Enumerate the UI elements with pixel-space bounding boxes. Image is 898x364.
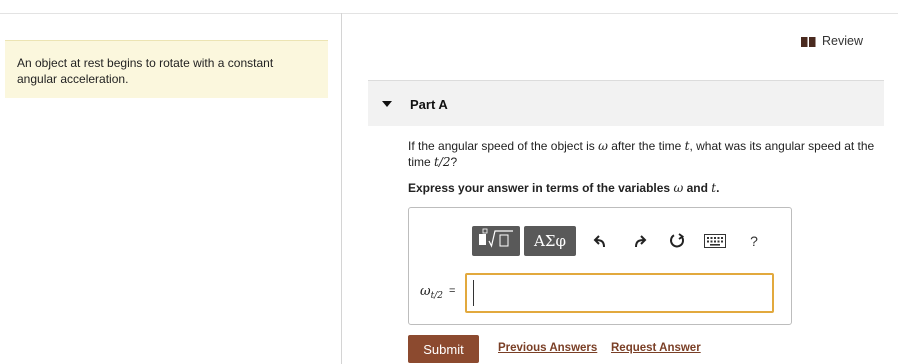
var-omega: ω <box>598 139 608 153</box>
problem-intro: An object at rest begins to rotate with … <box>5 40 328 98</box>
help-icon[interactable]: ? <box>745 232 763 250</box>
answer-input[interactable] <box>465 273 774 313</box>
previous-answers-link[interactable]: Previous Answers <box>498 342 597 354</box>
templates-icon <box>476 228 516 255</box>
reset-icon[interactable] <box>668 232 686 250</box>
book-icon <box>801 36 816 47</box>
collapse-caret-icon[interactable] <box>382 101 392 107</box>
question-text: If the angular speed of the object is ω … <box>408 139 875 169</box>
var-omega: ω <box>673 181 684 195</box>
submit-button[interactable]: Submit <box>408 335 479 363</box>
request-answer-link[interactable]: Request Answer <box>611 342 701 354</box>
math-toolbar: ΑΣφ <box>472 225 580 257</box>
templates-button[interactable] <box>472 226 520 256</box>
redo-icon[interactable] <box>630 232 648 250</box>
column-divider <box>341 13 342 364</box>
text-cursor <box>473 280 474 306</box>
part-title: Part A <box>410 97 448 112</box>
review-label: Review <box>822 34 863 48</box>
expr-t-over-2: t/2 <box>434 155 451 169</box>
answer-variable-subscript: t/2 <box>430 291 443 301</box>
equals-sign: = <box>449 285 456 297</box>
symbols-button[interactable]: ΑΣφ <box>524 226 576 256</box>
review-link[interactable]: Review <box>801 34 863 48</box>
answer-variable: ωt/2 <box>420 284 443 301</box>
undo-icon[interactable] <box>592 232 610 250</box>
top-divider <box>0 13 898 14</box>
problem-intro-text: An object at rest begins to rotate with … <box>17 56 274 86</box>
answer-instruction: Express your answer in terms of the vari… <box>408 181 720 195</box>
keyboard-icon[interactable] <box>704 232 726 250</box>
part-a-header[interactable]: Part A <box>368 80 884 126</box>
